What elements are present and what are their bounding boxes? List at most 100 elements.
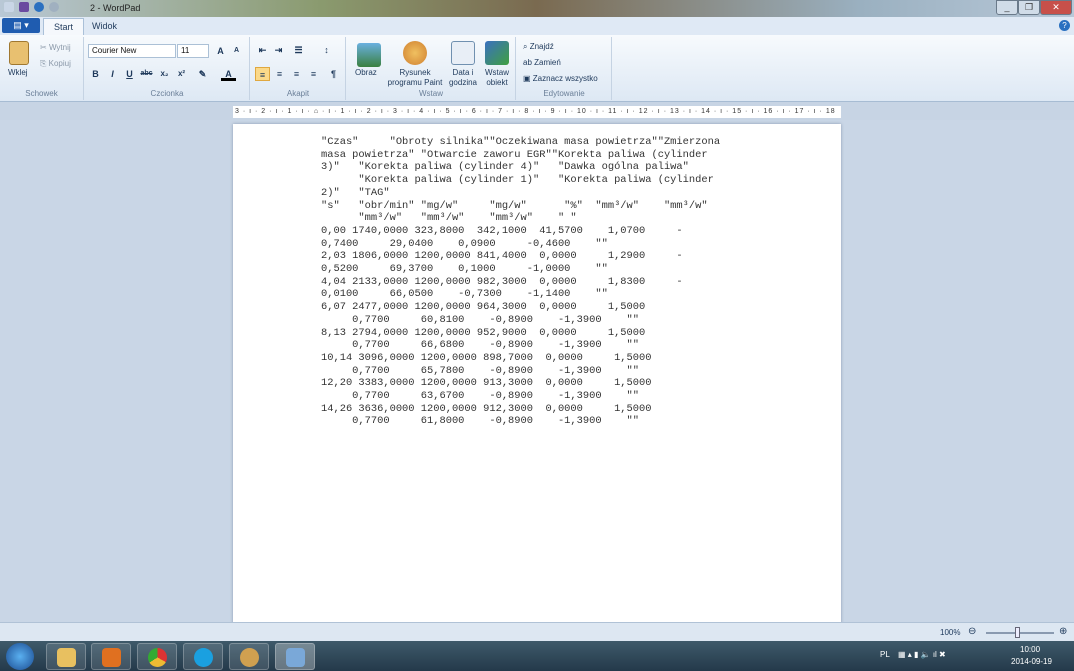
status-bar: 100% ⊖ ⊕ xyxy=(0,622,1074,641)
insert-object-icon[interactable] xyxy=(485,41,509,65)
save-icon[interactable] xyxy=(19,2,29,12)
skype-icon xyxy=(194,648,213,667)
start-button[interactable] xyxy=(6,643,34,670)
redo-icon[interactable] xyxy=(49,2,59,12)
copy-button[interactable]: ⎘ Kopiuj xyxy=(40,59,71,69)
document-line: "s" "obr/min" "mg/w" "mg/w" "%" "mm³/w" … xyxy=(321,199,708,212)
minimize-button[interactable]: _ xyxy=(996,0,1018,15)
select-all-button[interactable]: ▣ Zaznacz wszystko xyxy=(523,74,598,83)
strikethrough-button[interactable]: abc xyxy=(139,67,154,81)
highlight-icon[interactable]: ✎ xyxy=(195,67,210,81)
list-icon[interactable]: ☰ xyxy=(291,43,306,57)
chrome-icon xyxy=(148,648,167,667)
clipboard-group-label: Schowek xyxy=(25,89,58,98)
document-text[interactable]: "Czas" "Obroty silnika""Oczekiwana masa … xyxy=(321,136,720,428)
align-left-icon[interactable]: ≡ xyxy=(255,67,270,81)
document-line: 0,00 1740,0000 323,8000 342,1000 41,5700… xyxy=(321,224,683,237)
document-area: "Czas" "Obroty silnika""Oczekiwana masa … xyxy=(0,120,1074,624)
editing-group: ⌕ Znajdź ab Zamień ▣ Zaznacz wszystko Ed… xyxy=(517,37,612,100)
undo-icon[interactable] xyxy=(34,2,44,12)
title-bar: 2 - WordPad _ ❐ ✕ xyxy=(0,0,1074,17)
taskbar-chrome[interactable] xyxy=(137,643,177,670)
clock-date[interactable]: 2014-09-19 xyxy=(1011,657,1052,666)
language-indicator[interactable]: PL xyxy=(880,650,890,659)
document-line: 8,13 2794,0000 1200,0000 952,9000 0,0000… xyxy=(321,326,646,339)
document-line: 4,04 2133,0000 1200,0000 982,3000 0,0000… xyxy=(321,275,683,288)
zoom-in-button[interactable]: ⊕ xyxy=(1059,626,1067,637)
tab-start[interactable]: Start xyxy=(43,18,85,35)
picture-button[interactable]: Obraz xyxy=(355,68,377,77)
app-icon[interactable] xyxy=(4,2,14,12)
document-line: 0,7700 66,6800 -0,8900 -1,3900 "" xyxy=(321,339,640,352)
paint-icon xyxy=(240,648,259,667)
zoom-slider[interactable] xyxy=(986,627,1054,638)
align-right-icon[interactable]: ≡ xyxy=(289,67,304,81)
font-size-select[interactable]: 11 xyxy=(177,44,209,58)
underline-button[interactable]: U xyxy=(122,67,137,81)
document-line: masa powietrza" "Otwarcie zaworu EGR""Ko… xyxy=(321,148,708,161)
picture-icon[interactable] xyxy=(357,43,381,67)
media-player-icon xyxy=(102,648,121,667)
date-time-button[interactable]: Data i godzina xyxy=(447,68,479,88)
folder-icon xyxy=(57,648,76,667)
zoom-out-button[interactable]: ⊖ xyxy=(968,626,976,637)
font-color-icon[interactable]: A xyxy=(221,67,236,81)
document-line: 14,26 3636,0000 1200,0000 912,3000 0,000… xyxy=(321,402,652,415)
align-center-icon[interactable]: ≡ xyxy=(272,67,287,81)
superscript-button[interactable]: x² xyxy=(174,67,189,81)
ribbon-tabs: ▤ ▾ Start Widok ? xyxy=(0,17,1074,35)
document-line: 10,14 3096,0000 1200,0000 898,7000 0,000… xyxy=(321,351,652,364)
font-group-label: Czcionka xyxy=(150,89,184,98)
insert-object-button[interactable]: Wstaw obiekt xyxy=(481,68,513,88)
clock-time[interactable]: 10:00 xyxy=(1020,645,1040,654)
bold-button[interactable]: B xyxy=(88,67,103,81)
taskbar-paint[interactable] xyxy=(229,643,269,670)
find-button[interactable]: ⌕ Znajdź xyxy=(523,42,554,52)
quick-access-toolbar xyxy=(4,2,59,12)
tray-icons[interactable]: ▦ ▴ ▮ 🔈 ıl ✖ xyxy=(898,650,946,659)
document-line: 0,7700 60,8100 -0,8900 -1,3900 "" xyxy=(321,313,640,326)
paint-drawing-button[interactable]: Rysunek programu Paint xyxy=(384,68,446,88)
document-page[interactable]: "Czas" "Obroty silnika""Oczekiwana masa … xyxy=(233,124,841,624)
shrink-font-button[interactable]: A xyxy=(229,44,244,58)
help-icon[interactable]: ? xyxy=(1059,20,1070,31)
file-menu-button[interactable]: ▤ ▾ xyxy=(2,18,40,33)
paste-icon[interactable] xyxy=(9,41,29,65)
document-line: 2,03 1806,0000 1200,0000 841,4000 0,0000… xyxy=(321,250,683,263)
grow-font-button[interactable]: A xyxy=(213,44,228,58)
document-line: 2)" "TAG" xyxy=(321,186,390,199)
insert-group: Obraz Rysunek programu Paint Data i godz… xyxy=(347,37,516,100)
close-button[interactable]: ✕ xyxy=(1040,0,1072,15)
zoom-slider-thumb[interactable] xyxy=(1015,627,1020,638)
font-group: Courier New 11 A A B I U abc x₂ x² ✎ A C… xyxy=(85,37,250,100)
taskbar-explorer[interactable] xyxy=(46,643,86,670)
taskbar-wordpad[interactable] xyxy=(275,643,315,670)
paste-button[interactable]: Wklej xyxy=(8,68,28,77)
increase-indent-icon[interactable]: ⇥ xyxy=(271,43,286,57)
document-line: 0,7400 29,0400 0,0900 -0,4600 "" xyxy=(321,237,608,250)
ruler[interactable]: 3 · ı · 2 · ı · 1 · ı · ⌂ · ı · 1 · ı · … xyxy=(233,106,841,118)
decrease-indent-icon[interactable]: ⇤ xyxy=(255,43,270,57)
subscript-button[interactable]: x₂ xyxy=(157,67,172,81)
calendar-icon[interactable] xyxy=(451,41,475,65)
font-family-select[interactable]: Courier New xyxy=(88,44,176,58)
tab-view[interactable]: Widok xyxy=(82,18,127,35)
justify-icon[interactable]: ≡ xyxy=(306,67,321,81)
taskbar-skype[interactable] xyxy=(183,643,223,670)
italic-button[interactable]: I xyxy=(105,67,120,81)
taskbar-media-player[interactable] xyxy=(91,643,131,670)
document-line: 6,07 2477,0000 1200,0000 964,3000 0,0000… xyxy=(321,301,646,314)
document-line: "mm³/w" "mm³/w" "mm³/w" " " xyxy=(321,212,577,225)
ribbon: Wklej ✂ Wytnij ⎘ Kopiuj Schowek Courier … xyxy=(0,35,1074,102)
cut-button[interactable]: ✂ Wytnij xyxy=(40,43,71,52)
zoom-level: 100% xyxy=(940,628,961,637)
line-spacing-icon[interactable]: ↕ xyxy=(319,43,334,57)
maximize-button[interactable]: ❐ xyxy=(1018,0,1040,15)
document-line: 0,7700 63,6700 -0,8900 -1,3900 "" xyxy=(321,390,640,403)
paragraph-icon[interactable]: ¶ xyxy=(326,67,341,81)
paint-icon[interactable] xyxy=(403,41,427,65)
binoculars-icon: ⌕ xyxy=(523,42,528,51)
replace-button[interactable]: ab Zamień xyxy=(523,58,561,67)
select-all-icon: ▣ xyxy=(523,74,531,83)
taskbar: PL ▦ ▴ ▮ 🔈 ıl ✖ 10:00 2014-09-19 xyxy=(0,641,1074,671)
